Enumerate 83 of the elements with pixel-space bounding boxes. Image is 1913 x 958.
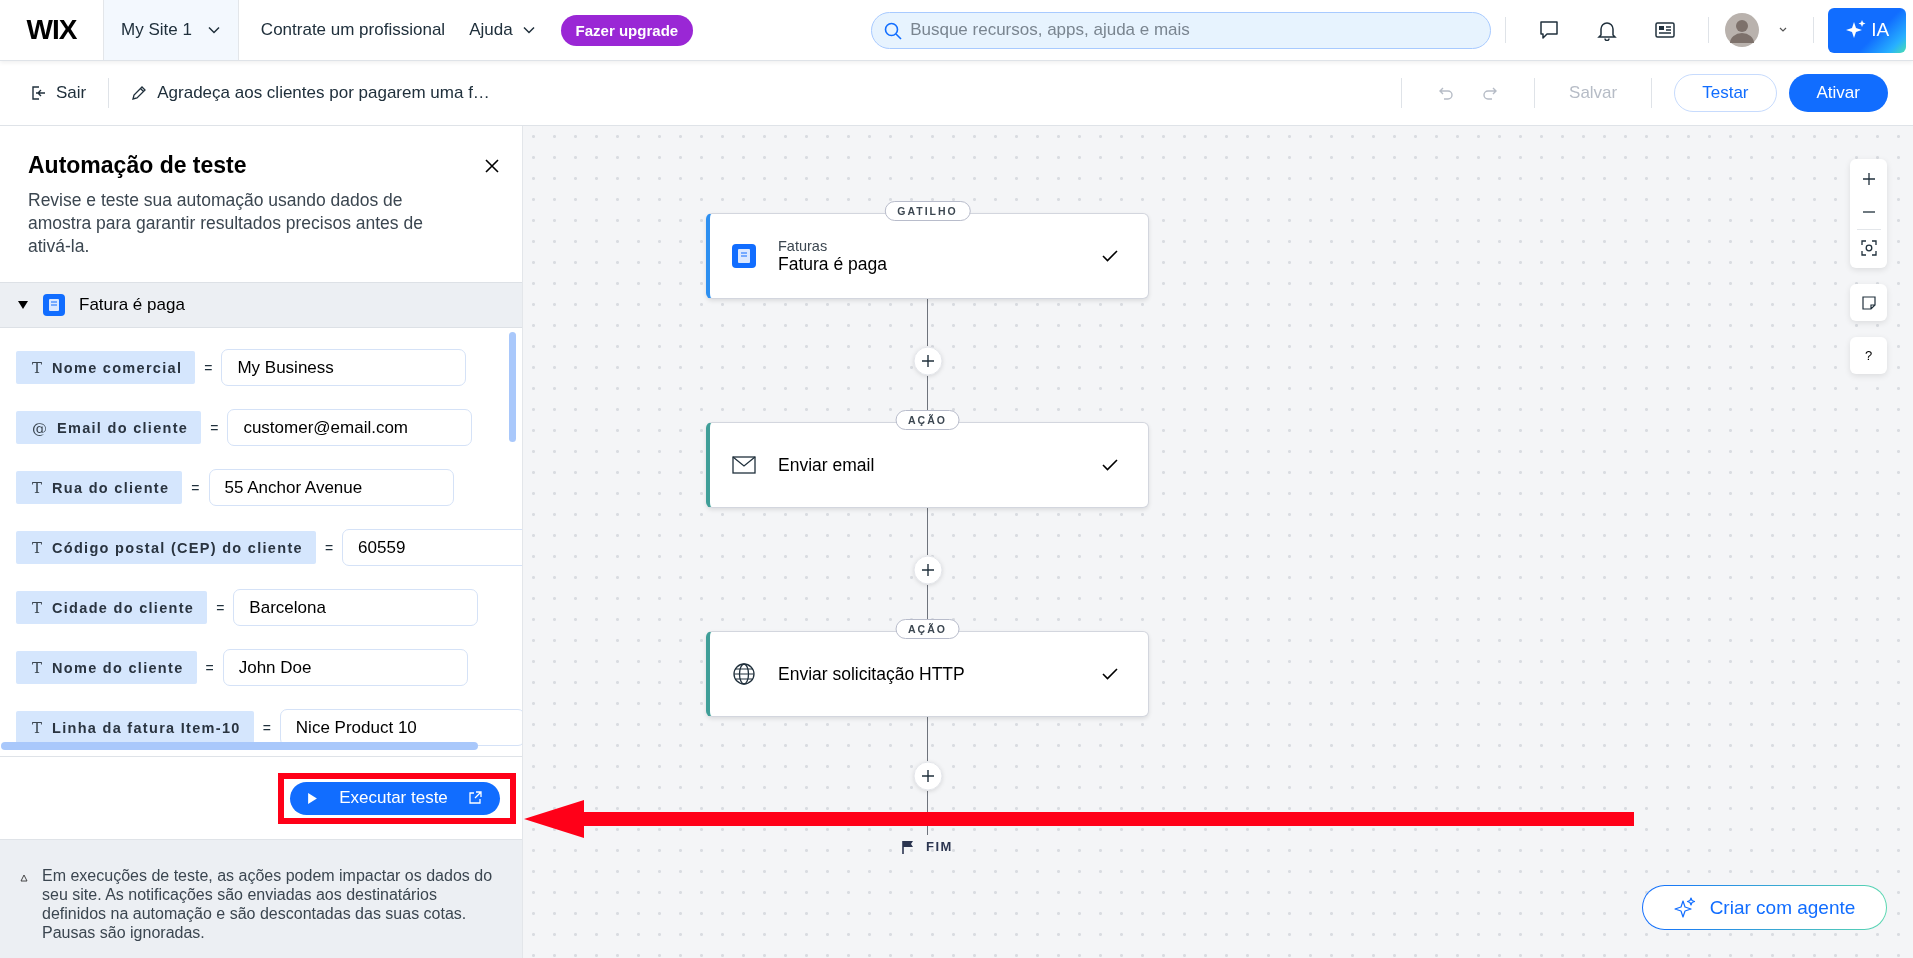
equals-sign: = bbox=[204, 359, 213, 376]
equals-sign: = bbox=[324, 539, 334, 556]
sticky-note-button[interactable] bbox=[1850, 284, 1887, 321]
section-header[interactable]: Fatura é paga bbox=[0, 282, 522, 328]
create-with-agent-button[interactable]: Criar com agente bbox=[1642, 885, 1887, 930]
end-label: FIM bbox=[926, 839, 953, 854]
newspaper-icon[interactable] bbox=[1654, 19, 1677, 41]
type-icon: T bbox=[32, 478, 42, 497]
field-name: Cidade do cliente bbox=[52, 599, 195, 616]
upgrade-button[interactable]: Fazer upgrade bbox=[560, 14, 694, 46]
wix-logo[interactable]: WIX bbox=[26, 14, 77, 46]
add-step-button[interactable] bbox=[912, 761, 943, 791]
field-name: Nome comercial bbox=[52, 359, 183, 376]
caret-icon[interactable] bbox=[1779, 27, 1788, 33]
zoom-in-icon[interactable] bbox=[1861, 172, 1876, 186]
step-badge: AÇÃO bbox=[895, 619, 960, 639]
type-icon: T bbox=[32, 658, 42, 677]
invoice-icon bbox=[732, 244, 756, 268]
notice-text: Em execuções de teste, as ações podem impactar os dados do seu site. As notificações são enviadas aos destinatários definidos na automação e são descontadas das suas cotas. Pausas são ignoradas. bbox=[42, 866, 494, 943]
run-test-button[interactable]: Executar teste bbox=[290, 781, 500, 815]
equals-sign: = bbox=[216, 599, 225, 616]
field-name: Nome do cliente bbox=[52, 659, 184, 676]
input-field[interactable]: 60559 bbox=[342, 529, 522, 566]
field-name: Código postal (CEP) do cliente bbox=[52, 539, 303, 556]
input-field[interactable]: 55 Anchor Avenue bbox=[208, 469, 454, 506]
avatar-icon[interactable] bbox=[1725, 13, 1760, 47]
input-field[interactable]: My Business bbox=[221, 349, 467, 386]
search-field[interactable]: Busque recursos, apps, ajuda e mais bbox=[871, 11, 1492, 49]
sparkle-icon bbox=[1673, 896, 1696, 919]
input-field[interactable]: Nice Product 10 bbox=[279, 709, 522, 746]
step-title: Enviar solicitação HTTP bbox=[778, 663, 966, 685]
caret-icon bbox=[207, 26, 220, 34]
activate-button[interactable]: Ativar bbox=[1788, 74, 1888, 112]
input-field[interactable]: customer@email.com bbox=[227, 409, 473, 446]
section-title: Fatura é paga bbox=[79, 295, 185, 315]
play-icon bbox=[308, 792, 318, 804]
ai-button[interactable]: IA bbox=[1828, 7, 1907, 53]
search-icon bbox=[884, 21, 903, 40]
type-icon: T bbox=[32, 538, 42, 557]
equals-sign: = bbox=[262, 719, 271, 736]
type-icon: T bbox=[32, 358, 42, 377]
equals-sign: = bbox=[191, 479, 200, 496]
equals-sign: = bbox=[210, 419, 219, 436]
input-field[interactable]: John Doe bbox=[222, 649, 468, 686]
site-menu[interactable]: My Site 1 bbox=[104, 0, 239, 60]
step-badge: GATILHO bbox=[884, 201, 971, 221]
nav-menu[interactable]: Ajuda bbox=[467, 20, 537, 40]
chat-icon[interactable] bbox=[1538, 19, 1561, 41]
close-icon[interactable] bbox=[484, 157, 500, 174]
panel-title: Automação de teste bbox=[28, 152, 247, 179]
automation-name[interactable]: Agradeça aos clientes por pagarem uma f… bbox=[131, 83, 490, 103]
warning-icon bbox=[20, 874, 28, 882]
bell-icon[interactable] bbox=[1596, 19, 1619, 41]
type-icon: T bbox=[32, 718, 42, 737]
exit-icon bbox=[30, 85, 46, 101]
external-link-icon bbox=[467, 791, 482, 805]
type-icon: T bbox=[32, 598, 42, 617]
add-step-button[interactable] bbox=[912, 554, 943, 585]
envelope-icon bbox=[732, 456, 756, 474]
globe-icon bbox=[733, 663, 755, 685]
step-badge: AÇÃO bbox=[895, 410, 960, 430]
help-button[interactable]: ? bbox=[1850, 337, 1887, 374]
exit-button[interactable]: Sair bbox=[30, 83, 87, 103]
pencil-icon bbox=[131, 85, 148, 101]
field-name: Linha da fatura Item-10 bbox=[52, 719, 241, 736]
scrollbar[interactable] bbox=[509, 332, 516, 442]
note-icon bbox=[1861, 295, 1876, 310]
flag-icon bbox=[902, 839, 915, 854]
caret-icon bbox=[522, 26, 535, 34]
invoice-icon bbox=[43, 294, 65, 316]
fit-view-icon[interactable] bbox=[1860, 240, 1877, 256]
equals-sign: = bbox=[205, 659, 214, 676]
step-title: Fatura é paga bbox=[778, 253, 888, 275]
scrollbar[interactable] bbox=[1, 742, 478, 750]
field-name: Rua do cliente bbox=[52, 479, 170, 496]
input-field[interactable]: Barcelona bbox=[233, 589, 479, 626]
step-title: Enviar email bbox=[778, 454, 876, 476]
field-name: Email do cliente bbox=[57, 419, 189, 436]
panel-description: Revise e teste sua automação usando dados de amostra para garantir resultados precisos antes de ativá-la. bbox=[28, 189, 424, 258]
step-category: Faturas bbox=[778, 237, 829, 254]
nav-menu[interactable]: Contrate um profissional bbox=[258, 20, 448, 40]
add-step-button[interactable] bbox=[912, 345, 943, 376]
type-icon: @ bbox=[32, 418, 47, 437]
